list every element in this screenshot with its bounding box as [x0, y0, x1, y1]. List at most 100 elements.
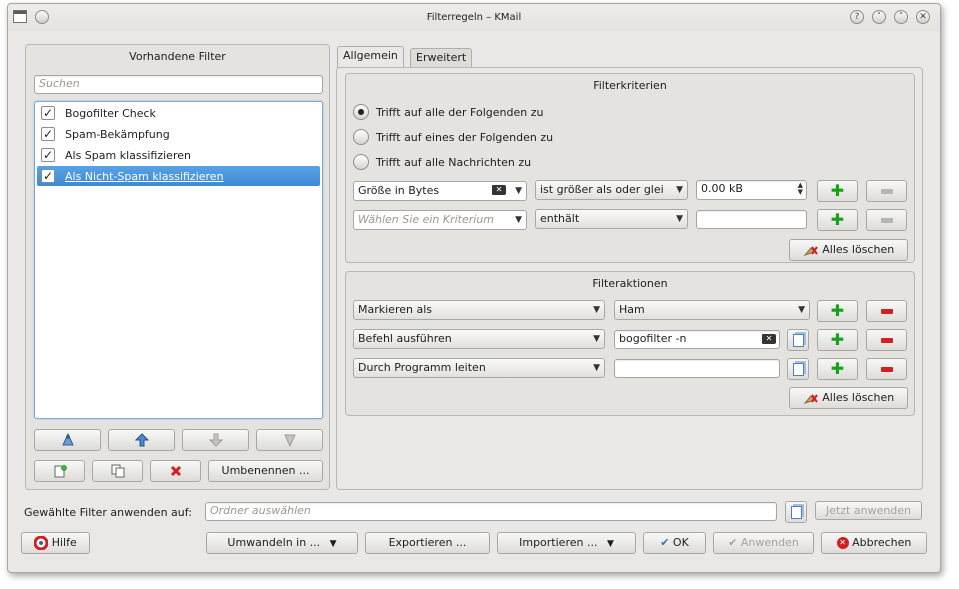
filter-list[interactable]: ✓ Bogofilter Check ✓ Spam-Bekämpfung ✓ A…: [34, 101, 323, 419]
action-type-combo-2[interactable]: Befehl ausführen ▼: [353, 329, 605, 349]
criterion-field-combo[interactable]: Größe in Bytes ✕ ▼: [353, 181, 527, 201]
move-top-icon: [61, 433, 74, 446]
chevron-down-icon: ▼: [606, 539, 614, 549]
apply-button[interactable]: ✔ Anwenden: [713, 532, 814, 554]
add-action-button[interactable]: ✚: [817, 300, 858, 322]
minus-icon: [880, 337, 893, 343]
action-type-combo-3[interactable]: Durch Programm leiten ▼: [353, 358, 605, 378]
broom-icon: [803, 394, 818, 404]
convert-label: Umwandeln in ...: [227, 536, 321, 549]
file-browse-icon: [793, 334, 804, 347]
browse-program-button[interactable]: [787, 358, 809, 380]
folder-select-input[interactable]: Ordner auswählen: [205, 502, 777, 521]
clear-command-icon[interactable]: ✕: [762, 334, 776, 344]
delete-icon: [170, 465, 181, 477]
tab-panel: Filterkriterien Trifft auf alle der Folg…: [336, 67, 923, 490]
browse-command-button[interactable]: [787, 329, 809, 351]
criterion-operator-combo[interactable]: ist größer als oder glei ▼: [535, 180, 688, 200]
chevron-down-icon: ▼: [515, 215, 522, 225]
filter-actions-title: Filteraktionen: [592, 277, 668, 290]
filter-enabled-checkbox[interactable]: ✓: [41, 106, 55, 120]
maximize-icon[interactable]: ˄: [894, 10, 908, 24]
criterion-field-placeholder: Wählen Sie ein Kriterium: [358, 213, 495, 226]
plus-icon: ✚: [830, 330, 845, 349]
radio-all-messages[interactable]: [353, 154, 369, 170]
clear-actions-button[interactable]: Alles löschen: [789, 387, 908, 409]
cancel-label: Abbrechen: [852, 536, 912, 549]
help-icon[interactable]: ?: [850, 10, 864, 24]
criterion-value-input-2[interactable]: [696, 210, 807, 229]
clear-field-icon[interactable]: ✕: [492, 185, 506, 195]
command-input[interactable]: bogofilter -n ✕: [614, 330, 780, 349]
export-button[interactable]: Exportieren ...: [365, 532, 490, 554]
tab-erweitert[interactable]: Erweitert: [410, 48, 473, 68]
move-down-button[interactable]: [182, 429, 249, 451]
minus-icon: [880, 188, 893, 194]
filter-item-als-spam[interactable]: ✓ Als Spam klassifizieren: [37, 145, 320, 165]
chevron-down-icon: ▼: [593, 363, 600, 373]
radio-all-match[interactable]: [353, 104, 369, 120]
remove-criterion-button-2[interactable]: [866, 209, 907, 231]
chevron-down-icon: ▼: [515, 186, 522, 196]
minimize-icon[interactable]: ˅: [872, 10, 886, 24]
action-type-combo[interactable]: Markieren als ▼: [353, 300, 605, 320]
filter-item-als-nicht-spam[interactable]: ✓ Als Nicht-Spam klassifizieren: [37, 166, 320, 186]
filter-item-label: Spam-Bekämpfung: [65, 128, 170, 141]
apply-to-label: Gewählte Filter anwenden auf:: [24, 506, 192, 519]
minus-icon: [880, 366, 893, 372]
filter-enabled-checkbox[interactable]: ✓: [41, 169, 55, 183]
plus-icon: ✚: [830, 359, 845, 378]
filter-item-bogofilter-check[interactable]: ✓ Bogofilter Check: [37, 103, 320, 123]
clear-criteria-button[interactable]: Alles löschen: [789, 239, 908, 261]
convert-button[interactable]: Umwandeln in ... ▼: [206, 532, 358, 554]
filter-criteria-group: Filterkriterien Trifft auf alle der Folg…: [345, 73, 915, 263]
cancel-button[interactable]: ✕ Abbrechen: [821, 532, 927, 554]
search-placeholder: Suchen: [39, 77, 80, 90]
radio-all-match-label: Trifft auf alle der Folgenden zu: [376, 106, 544, 119]
copy-filter-button[interactable]: [92, 460, 143, 482]
move-top-button[interactable]: [34, 429, 101, 451]
criterion-operator-combo-2[interactable]: enthält ▼: [535, 209, 688, 229]
criterion-value-spinbox[interactable]: 0.00 kB ▲ ▼: [696, 180, 807, 200]
delete-filter-button[interactable]: [150, 460, 201, 482]
rename-filter-button[interactable]: Umbenennen ...: [208, 460, 323, 482]
new-filter-button[interactable]: [34, 460, 85, 482]
move-up-button[interactable]: [108, 429, 175, 451]
remove-action-button[interactable]: [866, 300, 907, 322]
remove-action-button-2[interactable]: [866, 329, 907, 351]
checkmark-icon: ✔: [728, 536, 738, 549]
available-filters-title: Vorhandene Filter: [129, 50, 226, 63]
spin-arrows-icon[interactable]: ▲ ▼: [798, 182, 803, 196]
program-input[interactable]: [614, 359, 780, 378]
add-action-button-2[interactable]: ✚: [817, 329, 858, 351]
tab-allgemein[interactable]: Allgemein: [337, 46, 404, 68]
criterion-value: 0.00 kB: [701, 182, 743, 195]
apply-now-button[interactable]: Jetzt anwenden: [815, 501, 922, 520]
add-action-button-3[interactable]: ✚: [817, 358, 858, 380]
plus-icon: ✚: [830, 210, 845, 229]
remove-criterion-button[interactable]: [866, 180, 907, 202]
select-folder-button[interactable]: [785, 501, 807, 523]
close-icon[interactable]: ✕: [916, 10, 930, 24]
radio-any-match[interactable]: [353, 129, 369, 145]
filter-enabled-checkbox[interactable]: ✓: [41, 148, 55, 162]
filter-enabled-checkbox[interactable]: ✓: [41, 127, 55, 141]
action-value-combo[interactable]: Ham ▼: [614, 300, 810, 320]
ok-button[interactable]: ✔ OK: [643, 532, 706, 554]
criterion-operator-value: ist größer als oder glei: [540, 183, 664, 196]
filter-search-input[interactable]: Suchen: [34, 75, 323, 94]
ok-label: OK: [672, 536, 689, 549]
add-criterion-button-2[interactable]: ✚: [817, 209, 858, 231]
filter-item-spam-bekaempfung[interactable]: ✓ Spam-Bekämpfung: [37, 124, 320, 144]
remove-action-button-3[interactable]: [866, 358, 907, 380]
criterion-operator-value: enthält: [540, 212, 580, 225]
command-value: bogofilter -n: [619, 332, 687, 345]
criterion-field-combo-2[interactable]: Wählen Sie ein Kriterium ▼: [353, 210, 527, 230]
apply-label: Anwenden: [740, 536, 799, 549]
file-browse-icon: [793, 363, 804, 376]
import-button[interactable]: Importieren ... ▼: [497, 532, 636, 554]
help-button[interactable]: Hilfe: [21, 532, 90, 554]
move-bottom-button[interactable]: [256, 429, 323, 451]
action-value: Ham: [619, 303, 645, 316]
add-criterion-button[interactable]: ✚: [817, 180, 858, 202]
